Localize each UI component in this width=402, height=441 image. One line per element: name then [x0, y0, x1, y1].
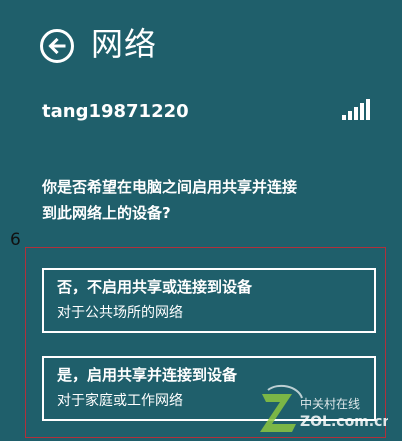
- svg-text:ZOL.com.cn: ZOL.com.cn: [300, 414, 388, 430]
- network-ssid: tang19871220: [42, 101, 189, 122]
- zol-watermark-logo: 中关村在线 ZOL.com.cn: [260, 384, 388, 432]
- option-no-description: 对于公共场所的网络: [57, 305, 183, 321]
- option-yes-title: 是，启用共享并连接到设备: [57, 366, 238, 384]
- question-line-2: 到此网络上的设备?: [42, 204, 171, 222]
- option-no-title: 否，不启用共享或连接到设备: [57, 278, 253, 296]
- signal-strength-icon: [342, 99, 370, 120]
- page-title: 网络: [91, 25, 158, 63]
- question-line-1: 你是否希望在电脑之间启用共享并连接: [42, 178, 298, 196]
- arrow-left-icon: [48, 37, 66, 55]
- back-button[interactable]: [40, 29, 74, 63]
- option-no-sharing-button[interactable]: 否，不启用共享或连接到设备 对于公共场所的网络: [42, 268, 376, 333]
- sharing-question: 你是否希望在电脑之间启用共享并连接 到此网络上的设备?: [42, 174, 382, 226]
- svg-text:中关村在线: 中关村在线: [300, 396, 360, 411]
- annotation-number: 6: [10, 230, 21, 250]
